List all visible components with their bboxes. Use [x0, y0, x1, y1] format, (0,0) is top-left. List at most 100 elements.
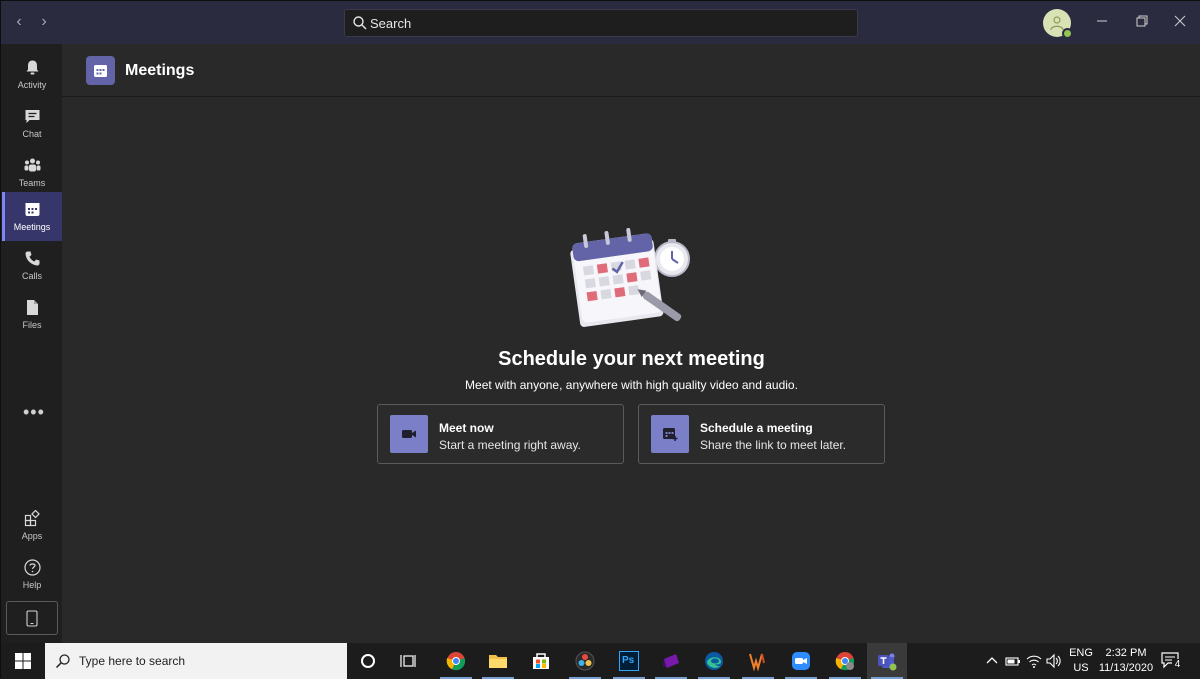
- taskbar-file-explorer[interactable]: [478, 643, 518, 679]
- taskbar-chrome-profile[interactable]: [825, 643, 865, 679]
- rail-item-label: Files: [22, 320, 42, 330]
- page-title: Meetings: [125, 62, 195, 79]
- bell-icon: [26, 60, 39, 75]
- teams-icon: [24, 158, 41, 172]
- onenote-icon: [663, 654, 679, 668]
- minimize-icon[interactable]: [1091, 11, 1113, 33]
- notification-count-badge: 4: [1172, 659, 1183, 671]
- presence-status-icon: [1062, 28, 1073, 39]
- taskbar-onenote[interactable]: [651, 643, 691, 679]
- chrome-profile-icon: [835, 652, 855, 671]
- rail-item-help[interactable]: Help: [2, 550, 62, 599]
- rail-item-chat[interactable]: Chat: [2, 99, 62, 148]
- mobile-device-button[interactable]: [6, 601, 58, 635]
- chevron-left-icon[interactable]: ‹: [9, 12, 29, 32]
- video-camera-icon: [390, 415, 428, 453]
- task-view-button[interactable]: [390, 643, 430, 679]
- taskbar-chrome[interactable]: [436, 643, 476, 679]
- action-center-button[interactable]: 4: [1161, 651, 1183, 671]
- more-apps-icon[interactable]: •••: [23, 402, 45, 423]
- search-label: Search: [370, 16, 412, 31]
- rail-item-label: Activity: [17, 80, 47, 90]
- calendar-add-icon: [651, 415, 689, 453]
- title-bar: ‹ › Search: [1, 1, 1200, 44]
- edge-icon: [705, 652, 723, 670]
- rail-item-label: Apps: [21, 531, 43, 541]
- battery-icon[interactable]: [1005, 653, 1021, 669]
- chevron-right-icon[interactable]: ›: [34, 12, 54, 32]
- volume-icon[interactable]: [1046, 653, 1062, 669]
- rail-item-teams[interactable]: Teams: [2, 148, 62, 197]
- taskbar-edge[interactable]: [694, 643, 734, 679]
- rail-item-apps[interactable]: Apps: [2, 501, 62, 550]
- card-title: Meet now: [439, 421, 494, 435]
- keyboard-layout: US: [1073, 662, 1089, 674]
- rail-item-calls[interactable]: Calls: [2, 241, 62, 290]
- card-subtitle: Share the link to meet later.: [700, 438, 847, 452]
- language-indicator[interactable]: ENG US: [1065, 647, 1097, 674]
- search-icon: [353, 16, 367, 30]
- clock-date: 11/13/2020: [1098, 662, 1154, 674]
- phone-device-icon: [26, 610, 38, 627]
- folder-icon: [489, 655, 507, 668]
- calendar-icon: [25, 203, 40, 216]
- davinci-resolve-icon: [575, 651, 595, 671]
- taskbar-winamp[interactable]: [738, 643, 778, 679]
- start-button[interactable]: [1, 643, 45, 679]
- search-input[interactable]: Search: [344, 9, 858, 37]
- rail-item-meetings[interactable]: Meetings: [2, 192, 62, 241]
- store-icon: [533, 653, 549, 669]
- zoom-icon: [792, 652, 810, 670]
- taskbar-store[interactable]: [521, 643, 561, 679]
- clock-time: 2:32 PM: [1105, 647, 1147, 659]
- wifi-icon[interactable]: [1026, 653, 1042, 669]
- rail-item-label: Teams: [18, 178, 46, 188]
- taskbar-photoshop[interactable]: Ps: [609, 643, 649, 679]
- windows-taskbar: Type here to search Ps ENG US 2:32 PM 11…: [1, 643, 1200, 679]
- language-code: ENG: [1069, 647, 1093, 659]
- search-icon: [55, 654, 70, 669]
- windows-logo-icon: [15, 653, 31, 669]
- clock[interactable]: 2:32 PM 11/13/2020: [1097, 647, 1155, 674]
- teams-window: ‹ › Search Activity Chat Teams Meetings …: [0, 0, 1200, 679]
- task-view-icon: [400, 655, 416, 667]
- apps-icon: [24, 510, 40, 527]
- meet-now-button[interactable]: Meet now Start a meeting right away.: [377, 404, 624, 464]
- taskbar-teams[interactable]: [867, 643, 907, 679]
- person-icon: [1050, 16, 1064, 31]
- rail-item-activity[interactable]: Activity: [2, 50, 62, 99]
- taskbar-davinci-resolve[interactable]: [565, 643, 605, 679]
- calendar-illustration: [570, 227, 690, 327]
- close-icon[interactable]: [1169, 11, 1191, 33]
- schedule-meeting-button[interactable]: Schedule a meeting Share the link to mee…: [638, 404, 885, 464]
- taskbar-search-placeholder: Type here to search: [79, 654, 186, 668]
- taskbar-zoom[interactable]: [781, 643, 821, 679]
- main-content: Meetings Schedule your next meeting Meet…: [62, 44, 1200, 643]
- help-icon: [24, 559, 41, 576]
- chrome-icon: [446, 652, 466, 671]
- restore-icon[interactable]: [1131, 11, 1153, 33]
- avatar[interactable]: [1043, 9, 1073, 39]
- winamp-icon: [749, 653, 765, 671]
- rail-item-label: Meetings: [13, 222, 51, 232]
- rail-item-files[interactable]: Files: [2, 290, 62, 339]
- taskbar-search-input[interactable]: Type here to search: [45, 643, 347, 679]
- cortana-icon: [361, 654, 375, 668]
- rail-item-label: Chat: [22, 129, 42, 139]
- card-subtitle: Start a meeting right away.: [439, 438, 581, 452]
- calendar-icon: [86, 56, 115, 85]
- file-icon: [27, 300, 38, 315]
- app-bar: Activity Chat Teams Meetings Calls Files…: [1, 44, 62, 643]
- cortana-button[interactable]: [348, 643, 388, 679]
- rail-item-label: Help: [22, 580, 42, 590]
- rail-item-label: Calls: [21, 271, 42, 281]
- chevron-up-icon[interactable]: [984, 653, 1000, 669]
- phone-icon: [25, 251, 40, 266]
- chat-icon: [25, 110, 40, 123]
- card-title: Schedule a meeting: [700, 421, 813, 435]
- teams-app-icon: [878, 653, 897, 671]
- empty-state-subline: Meet with anyone, anywhere with high qua…: [465, 378, 798, 392]
- photoshop-label: Ps: [622, 655, 635, 666]
- empty-state-headline: Schedule your next meeting: [498, 348, 765, 370]
- photoshop-icon: Ps: [619, 651, 639, 671]
